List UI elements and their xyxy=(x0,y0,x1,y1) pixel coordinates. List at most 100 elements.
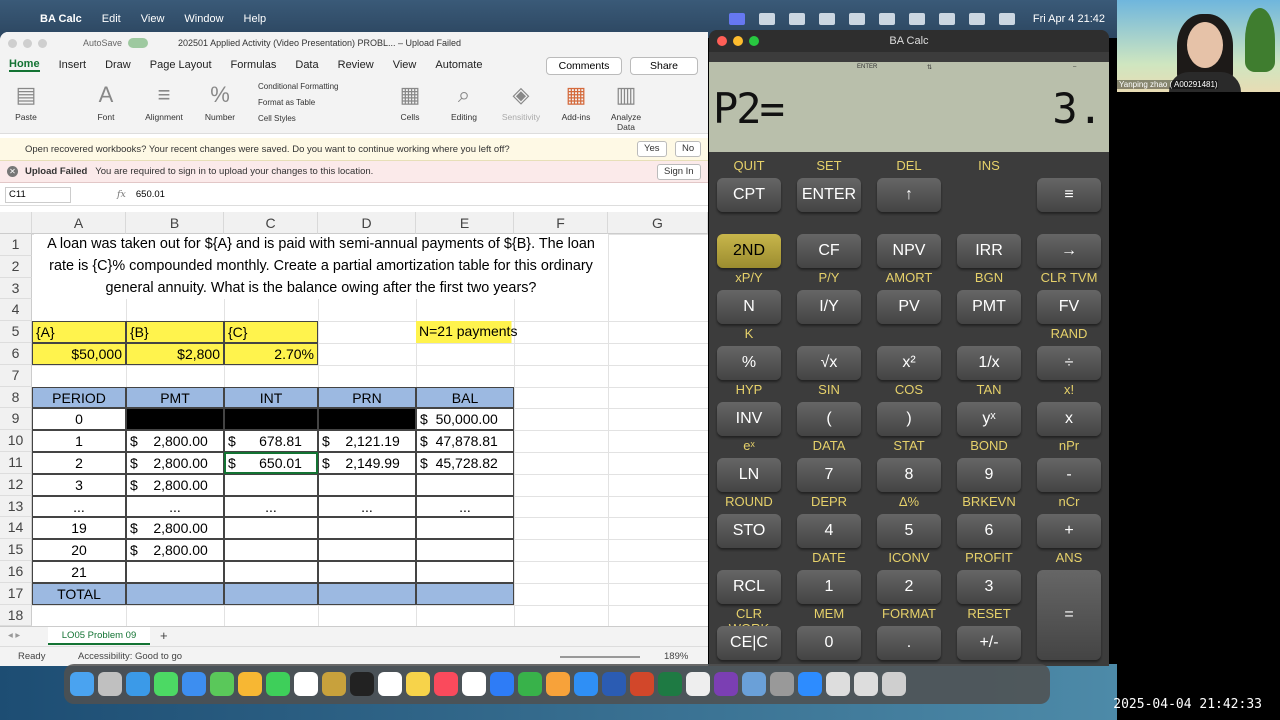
key-pv[interactable]: PV xyxy=(877,290,941,324)
wifi-icon[interactable] xyxy=(908,13,925,25)
row-header[interactable]: 3 xyxy=(0,277,32,300)
table-cell[interactable]: 2 xyxy=(32,452,126,474)
row-header[interactable]: 11 xyxy=(0,452,32,474)
menu-edit[interactable]: Edit xyxy=(102,13,121,25)
maps-icon[interactable] xyxy=(210,672,234,696)
safari-icon[interactable] xyxy=(126,672,150,696)
row-header[interactable]: 15 xyxy=(0,539,32,561)
key-up-arrow[interactable]: ↑ xyxy=(877,178,941,212)
row-header[interactable]: 1 xyxy=(0,234,32,256)
column-header[interactable]: F xyxy=(514,212,608,234)
key-percent[interactable]: % xyxy=(717,346,781,380)
powerpoint-icon[interactable] xyxy=(630,672,654,696)
menu-app-name[interactable]: BA Calc xyxy=(40,13,82,25)
row-header[interactable]: 7 xyxy=(0,364,32,387)
label-c[interactable]: {C} xyxy=(224,321,318,343)
key-enter[interactable]: ENTER xyxy=(797,178,861,212)
autosave-toggle[interactable] xyxy=(128,38,149,48)
key-4[interactable]: 4 xyxy=(797,514,861,548)
table-cell[interactable]: $ 2,800.00 xyxy=(126,430,224,452)
notes-app-icon[interactable] xyxy=(322,672,346,696)
key-rcl[interactable]: RCL xyxy=(717,570,781,604)
menu-view[interactable]: View xyxy=(141,13,165,25)
paste-button[interactable]: ▤ Paste xyxy=(8,80,44,122)
number-button[interactable]: % Number xyxy=(198,80,242,122)
cells-button[interactable]: ▦ Cells xyxy=(390,80,430,122)
table-header[interactable]: PMT xyxy=(126,386,224,409)
recovery-yes-button[interactable]: Yes xyxy=(637,141,667,157)
textedit-icon[interactable] xyxy=(686,672,710,696)
table-cell[interactable]: 19 xyxy=(32,517,126,540)
payments-note[interactable]: N=21 payments xyxy=(416,321,521,343)
minimize-window-icon[interactable] xyxy=(23,38,32,48)
spreadsheet-grid[interactable]: A B C D E F G 1 2 3 4 5 6 7 8 9 10 11 12 13 14 15 16 17 18 A loan… xyxy=(0,212,708,644)
close-window-icon[interactable] xyxy=(717,36,727,46)
addins-button[interactable]: ▦ Add-ins xyxy=(556,80,596,122)
table-cell[interactable]: $ 2,121.19 xyxy=(318,430,416,452)
launchpad-icon[interactable] xyxy=(98,672,122,696)
formula-input[interactable]: 650.01 xyxy=(136,189,165,200)
table-cell[interactable]: $ 2,800.00 xyxy=(126,517,224,540)
total-label[interactable]: TOTAL xyxy=(32,582,126,605)
key-i-y[interactable]: I/Y xyxy=(797,290,861,324)
share-button[interactable]: Share xyxy=(630,57,698,75)
table-cell[interactable]: $ 50,000.00 xyxy=(416,408,514,431)
tab-insert[interactable]: Insert xyxy=(59,59,87,71)
zoom-icon[interactable] xyxy=(798,672,822,696)
label-a[interactable]: {A} xyxy=(32,321,126,343)
sign-in-button[interactable]: Sign In xyxy=(657,164,701,180)
total-cell[interactable] xyxy=(224,582,318,605)
preview-icon[interactable] xyxy=(742,672,766,696)
sheet-nav-icon[interactable]: ◂ ▸ xyxy=(8,630,20,641)
table-cell[interactable]: 20 xyxy=(32,539,126,561)
key-sqrt[interactable]: √x xyxy=(797,346,861,380)
table-cell[interactable] xyxy=(416,561,514,583)
column-header[interactable]: E xyxy=(416,212,514,234)
sensitivity-button[interactable]: ◈ Sensitivity xyxy=(498,80,544,122)
facetime-icon[interactable] xyxy=(266,672,290,696)
key-sign[interactable]: +/- xyxy=(957,626,1021,660)
table-header[interactable]: PRN xyxy=(318,386,416,409)
screen-share-icon[interactable] xyxy=(728,13,745,25)
key-clear[interactable]: CE|C xyxy=(717,626,781,660)
row-header[interactable]: 16 xyxy=(0,561,32,583)
table-cell[interactable]: $ 2,800.00 xyxy=(126,539,224,561)
table-cell[interactable] xyxy=(416,539,514,561)
table-cell[interactable]: 1 xyxy=(32,430,126,452)
key-open-paren[interactable]: ( xyxy=(797,402,861,436)
key-6[interactable]: 6 xyxy=(957,514,1021,548)
table-cell[interactable]: $ 47,878.81 xyxy=(416,430,514,452)
conditional-formatting-button[interactable]: Conditional Formatting xyxy=(258,82,338,91)
recovery-no-button[interactable]: No xyxy=(675,141,702,157)
total-cell[interactable] xyxy=(126,582,224,605)
row-header[interactable]: 10 xyxy=(0,430,32,452)
row-header[interactable]: 13 xyxy=(0,495,32,518)
table-header[interactable]: PERIOD xyxy=(32,386,126,409)
row-header[interactable]: 18 xyxy=(0,604,32,627)
name-box[interactable]: C11 xyxy=(5,186,71,203)
column-header[interactable]: C xyxy=(224,212,318,234)
table-cell[interactable] xyxy=(416,473,514,496)
sheet-tab-lo05[interactable]: LO05 Problem 09 xyxy=(48,627,150,645)
appstore-icon[interactable] xyxy=(574,672,598,696)
table-cell[interactable]: ... xyxy=(318,495,416,518)
zoom-window-icon[interactable] xyxy=(749,36,759,46)
alignment-button[interactable]: ≡ Alignment xyxy=(140,80,188,122)
siri-icon[interactable] xyxy=(998,13,1015,25)
key-menu[interactable]: ≡ xyxy=(1037,178,1101,212)
key-inv[interactable]: INV xyxy=(717,402,781,436)
row-header[interactable]: 2 xyxy=(0,255,32,278)
window-icon[interactable] xyxy=(826,672,850,696)
appletv-icon[interactable] xyxy=(350,672,374,696)
close-window-icon[interactable] xyxy=(8,38,17,48)
cell-styles-button[interactable]: Cell Styles xyxy=(258,114,296,123)
table-header[interactable]: BAL xyxy=(416,386,514,409)
table-cell[interactable] xyxy=(318,539,416,561)
comments-button[interactable]: Comments xyxy=(546,57,622,75)
row-header[interactable]: 8 xyxy=(0,386,32,409)
key-irr[interactable]: IRR xyxy=(957,234,1021,268)
finder-icon[interactable] xyxy=(70,672,94,696)
reminders-icon[interactable] xyxy=(378,672,402,696)
table-cell[interactable]: ... xyxy=(32,495,126,518)
word-icon[interactable] xyxy=(758,13,775,25)
